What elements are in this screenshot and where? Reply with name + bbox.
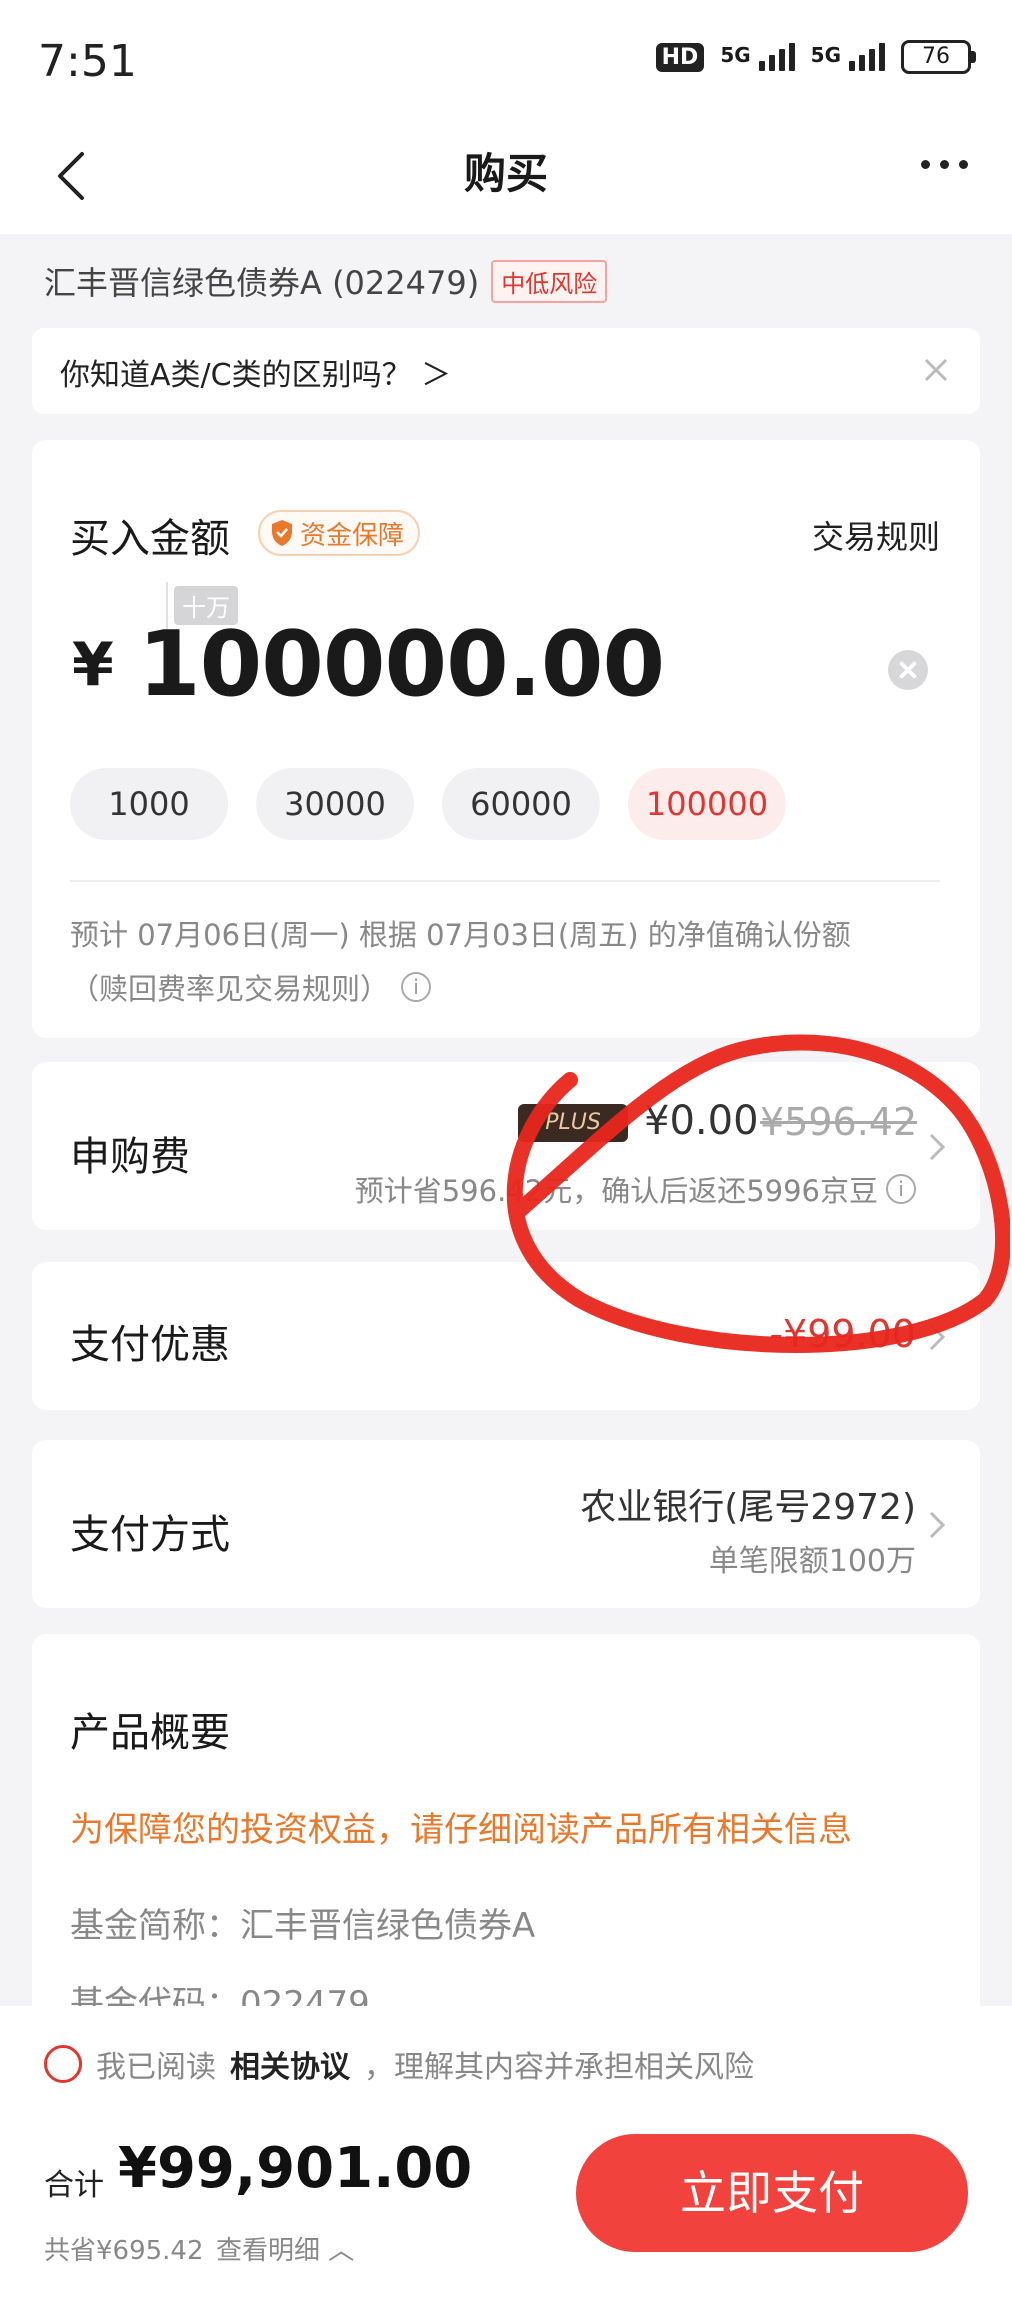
nav-bar: 购买	[0, 120, 1012, 234]
page-title: 购买	[463, 149, 548, 198]
quick-amount-chip[interactable]: 60000	[442, 768, 600, 840]
trade-rules-link[interactable]: 交易规则	[812, 512, 940, 558]
plus-badge: PLUS	[518, 1104, 628, 1142]
fee-label: 申购费	[70, 1134, 190, 1180]
redeem-fee-note-text: （赎回费率见交易规则）	[70, 972, 390, 1006]
quick-amount-chip[interactable]: 1000	[70, 768, 228, 840]
risk-badge: 中低风险	[491, 259, 608, 303]
payment-limit: 单笔限额100万	[708, 1544, 916, 1579]
close-icon[interactable]	[916, 350, 956, 390]
fund-name: 汇丰晋信绿色债券A (022479)	[44, 264, 480, 302]
chevron-right-icon	[929, 1133, 946, 1161]
more-menu-icon[interactable]	[921, 160, 968, 169]
agreement-suffix: ，理解其内容并承担相关风险	[364, 2050, 754, 2085]
info-icon[interactable]: i	[886, 1174, 916, 1204]
amount-card: 买入金额 资金保障 交易规则 十万 ¥ 100000.00 1000 30000…	[32, 440, 980, 1038]
discount-value: -¥99.00	[769, 1312, 916, 1356]
payment-method-label: 支付方式	[70, 1512, 230, 1558]
chevron-right-icon	[929, 1511, 946, 1539]
quick-amount-chip-selected[interactable]: 100000	[628, 768, 786, 840]
chevron-right-icon	[929, 1323, 946, 1351]
bank-account: 农业银行(尾号2972)	[580, 1487, 916, 1528]
fund-safety-badge[interactable]: 资金保障	[258, 510, 421, 556]
shield-icon	[272, 520, 292, 546]
signal-icon: 5G	[720, 43, 795, 71]
agreement-checkbox[interactable]	[44, 2045, 82, 2083]
total-savings: 共省¥695.42	[44, 2236, 204, 2266]
agreement-link[interactable]: 相关协议	[230, 2042, 350, 2086]
clear-icon[interactable]	[888, 650, 928, 690]
status-icons: HD 5G 5G 76	[655, 40, 976, 74]
status-bar: 7:51 HD 5G 5G 76	[0, 0, 1012, 120]
confirm-date-note: 预计 07月06日(周一) 根据 07月03日(周五) 的净值确认份额	[70, 918, 851, 952]
payment-discount-card[interactable]: 支付优惠 -¥99.00	[32, 1262, 980, 1410]
agreement-row: 我已阅读 相关协议 ，理解其内容并承担相关风险	[44, 2042, 754, 2086]
product-summary-card: 产品概要 为保障您的投资权益，请仔细阅读产品所有相关信息 基金简称：汇丰晋信绿色…	[32, 1634, 980, 2034]
signal-icon: 5G	[811, 43, 885, 71]
summary-warning: 为保障您的投资权益，请仔细阅读产品所有相关信息	[70, 1810, 852, 1850]
info-icon[interactable]: i	[401, 972, 432, 1002]
fee-savings-text: 预计省596.42元，确认后返还5996京豆	[354, 1174, 878, 1208]
total-label: 合计	[44, 2168, 104, 2203]
total-amount: ¥99,901.00	[118, 2136, 473, 2201]
original-fee: ¥596.42	[760, 1100, 918, 1144]
quick-amounts: 1000 30000 60000 100000	[70, 768, 786, 840]
fee-savings-note: 预计省596.42元，确认后返还5996京豆 i	[355, 1168, 916, 1210]
fund-short-name: 基金简称：汇丰晋信绿色债券A	[70, 1906, 536, 1946]
redeem-fee-note: （赎回费率见交易规则） i	[70, 966, 432, 1008]
safety-badge-label: 资金保障	[300, 520, 405, 551]
class-tip-banner[interactable]: 你知道A类/C类的区别吗？ ＞	[32, 328, 980, 414]
view-details-link[interactable]: 查看明细 ︿	[216, 2230, 354, 2267]
amount-input[interactable]: 100000.00	[138, 612, 665, 717]
amount-label: 买入金额	[70, 516, 230, 562]
payment-method-card[interactable]: 支付方式 农业银行(尾号2972) 单笔限额100万	[32, 1440, 980, 1608]
currency-symbol: ¥	[72, 630, 114, 700]
summary-title: 产品概要	[70, 1710, 230, 1756]
battery-icon: 76	[901, 40, 976, 74]
subscription-fee-card[interactable]: 申购费 PLUS ¥0.00 ¥596.42 预计省596.42元，确认后返还5…	[32, 1062, 980, 1230]
discount-label: 支付优惠	[70, 1322, 230, 1368]
status-time: 7:51	[38, 36, 137, 87]
checkout-bar: 我已阅读 相关协议 ，理解其内容并承担相关风险 合计 ¥99,901.00 共省…	[0, 2006, 1012, 2305]
quick-amount-chip[interactable]: 30000	[256, 768, 414, 840]
hd-icon: HD	[655, 42, 705, 72]
fund-header: 汇丰晋信绿色债券A (022479) 中低风险	[44, 258, 608, 304]
tip-text[interactable]: 你知道A类/C类的区别吗？ ＞	[60, 350, 451, 394]
divider	[70, 880, 940, 882]
pay-now-button[interactable]: 立即支付	[576, 2134, 968, 2252]
agreement-prefix: 我已阅读	[96, 2050, 216, 2085]
current-fee: ¥0.00	[644, 1098, 759, 1144]
